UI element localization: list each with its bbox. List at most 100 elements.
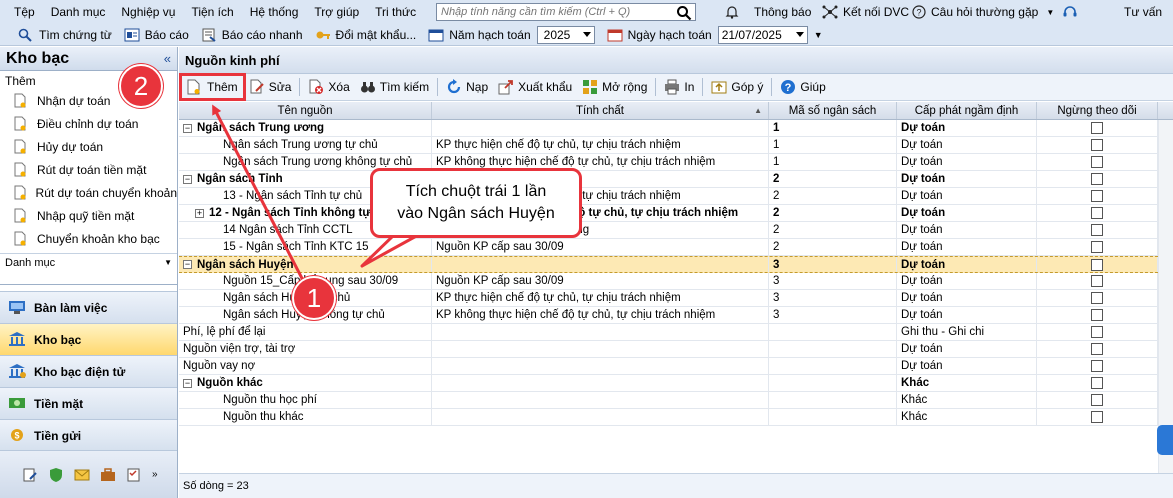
cell-inactive <box>1037 273 1158 289</box>
nav-cash[interactable]: Tiền mặt <box>0 387 177 419</box>
help-button[interactable]: ? Giúp <box>775 76 830 98</box>
vertical-scrollbar[interactable] <box>1158 120 1173 473</box>
collapse-icon[interactable]: − <box>183 260 192 269</box>
menu-catalog[interactable]: Danh mục <box>43 0 114 24</box>
cell-default-allocation: Dự toán <box>897 120 1037 136</box>
collapse-icon[interactable]: − <box>183 123 192 133</box>
sidebar-item-withdraw-cash[interactable]: Rút dự toán tiền mặt <box>0 158 177 181</box>
print-button[interactable]: In <box>659 76 699 98</box>
quick-report-button[interactable]: Báo cáo nhanh <box>195 25 309 45</box>
table-row[interactable]: Nguồn viện trợ, tài trợ Dự toán <box>179 341 1173 358</box>
posting-date-picker[interactable]: 21/07/2025 <box>717 25 808 44</box>
sidebar-item-cancel-estimate[interactable]: Hủy dự toán <box>0 135 177 158</box>
briefcase-icon[interactable] <box>100 467 116 483</box>
sidebar-section-catalog[interactable]: Danh mục ▼ <box>0 253 177 271</box>
edit-button[interactable]: Sửa <box>244 76 297 98</box>
connect-dvc-button[interactable]: Kết nối DVC <box>822 0 909 24</box>
inactive-checkbox[interactable] <box>1091 258 1103 271</box>
table-row[interactable]: − Ngân sách Trung ương 1 Dự toán <box>179 120 1173 137</box>
fiscal-year-select[interactable]: 2025 <box>536 25 595 44</box>
advisory-button[interactable]: Tư vấn <box>1124 0 1162 24</box>
inactive-checkbox[interactable] <box>1091 309 1103 321</box>
shield-icon[interactable] <box>48 467 64 483</box>
toolbar-separator <box>771 78 773 96</box>
table-row[interactable]: Ngân sách Trung ương không tự chủ KP khôn… <box>179 154 1173 171</box>
column-header-default-allocation[interactable]: Cấp phát ngầm định <box>897 102 1037 119</box>
add-button[interactable]: Thêm <box>179 73 246 101</box>
sidebar-item-treasury-transfer[interactable]: Chuyển khoản kho bạc <box>0 227 177 250</box>
menu-knowledge[interactable]: Tri thức <box>367 0 424 24</box>
collapse-icon[interactable]: − <box>183 378 192 388</box>
nav-desk[interactable]: Bàn làm việc <box>0 291 177 323</box>
inactive-checkbox[interactable] <box>1091 394 1103 406</box>
table-row[interactable]: − Nguồn khác Khác <box>179 375 1173 392</box>
report-button[interactable]: Báo cáo <box>118 25 195 45</box>
table-row[interactable]: Phí, lệ phí để lại Ghi thu - Ghi chi <box>179 324 1173 341</box>
expand-button[interactable]: Mở rộng <box>577 76 652 98</box>
inactive-checkbox[interactable] <box>1091 343 1103 355</box>
checklist-icon[interactable] <box>126 467 142 483</box>
inactive-checkbox[interactable] <box>1091 190 1103 202</box>
feature-search-input[interactable] <box>437 6 669 18</box>
menu-utilities[interactable]: Tiện ích <box>183 0 241 24</box>
sidebar-item-withdraw-transfer[interactable]: Rút dự toán chuyển khoản <box>0 181 177 204</box>
side-panel-toggle[interactable] <box>1157 425 1173 455</box>
mail-icon[interactable] <box>74 467 90 483</box>
inactive-checkbox[interactable] <box>1091 122 1103 134</box>
edit-doc-icon[interactable] <box>22 467 38 483</box>
inactive-checkbox[interactable] <box>1091 224 1103 236</box>
table-row[interactable]: 15 - Ngân sách Tỉnh KTC 15 Nguồn KP cấp s… <box>179 239 1173 256</box>
change-password-button[interactable]: Đổi mật khẩu... <box>309 25 423 45</box>
table-row[interactable]: Nguồn thu học phí Khác <box>179 392 1173 409</box>
table-row[interactable]: +12 - Ngân sách Tỉnh không tự chủ KP khôn… <box>179 205 1173 222</box>
inactive-checkbox[interactable] <box>1091 207 1103 219</box>
search-icon[interactable] <box>676 5 692 21</box>
nav-treasury[interactable]: Kho bạc <box>0 323 177 355</box>
toolbar-overflow-icon[interactable]: ▼ <box>814 30 823 40</box>
table-row[interactable]: Nguồn thu khác Khác <box>179 409 1173 426</box>
menu-file[interactable]: Tệp <box>0 0 43 24</box>
column-header-inactive[interactable]: Ngừng theo dõi <box>1037 102 1158 119</box>
delete-button[interactable]: Xóa <box>303 76 354 98</box>
notifications-label: Thông báo <box>754 5 812 19</box>
table-row[interactable]: 14 Ngân sách Tỉnh CCTLNguồn KP cải cách … <box>179 222 1173 239</box>
menu-operations[interactable]: Nghiệp vụ <box>113 0 183 24</box>
inactive-checkbox[interactable] <box>1091 292 1103 304</box>
inactive-checkbox[interactable] <box>1091 156 1103 168</box>
nav-label: Kho bạc <box>34 332 82 347</box>
inactive-checkbox[interactable] <box>1091 360 1103 372</box>
inactive-checkbox[interactable] <box>1091 241 1103 253</box>
sidebar-item-adjust-estimate[interactable]: Điều chỉnh dự toán <box>0 112 177 135</box>
sidebar-item-cash-deposit[interactable]: Nhập quỹ tiền mặt <box>0 204 177 227</box>
export-button[interactable]: Xuất khẩu <box>493 76 577 98</box>
inactive-checkbox[interactable] <box>1091 377 1103 389</box>
faq-button[interactable]: ? Câu hỏi thường gặp ▼ <box>912 0 1078 24</box>
table-row[interactable]: Nguồn vay nợ Dự toán <box>179 358 1173 375</box>
inactive-checkbox[interactable] <box>1091 173 1103 185</box>
column-header-name[interactable]: Tên nguồn <box>179 102 432 119</box>
column-header-budget-code[interactable]: Mã số ngân sách <box>769 102 897 119</box>
feedback-button[interactable]: Góp ý <box>706 76 768 98</box>
nav-deposits[interactable]: $ Tiền gửi <box>0 419 177 451</box>
search-button[interactable]: Tìm kiếm <box>355 76 434 98</box>
notifications-button[interactable]: Thông báo <box>725 0 811 24</box>
sidebar: Kho bạc « Thêm Nhận dự toán Điều chỉnh d… <box>0 47 178 498</box>
inactive-checkbox[interactable] <box>1091 275 1103 287</box>
table-row[interactable]: − Ngân sách Tỉnh 2 Dự toán <box>179 171 1173 188</box>
inactive-checkbox[interactable] <box>1091 139 1103 151</box>
table-row-selected[interactable]: − Ngân sách Huyện 3 Dự toán <box>179 256 1173 273</box>
reload-button[interactable]: Nạp <box>441 76 493 98</box>
more-chevron-icon[interactable]: » <box>152 469 158 480</box>
column-header-property[interactable]: Tính chất ▲ <box>432 102 769 119</box>
menu-system[interactable]: Hệ thống <box>242 0 307 24</box>
nav-e-treasury[interactable]: Kho bạc điện tử <box>0 355 177 387</box>
menu-help[interactable]: Trợ giúp <box>306 0 367 24</box>
inactive-checkbox[interactable] <box>1091 411 1103 423</box>
table-row[interactable]: 13 - Ngân sách Tỉnh tự chủKP thực hiện c… <box>179 188 1173 205</box>
inactive-checkbox[interactable] <box>1091 326 1103 338</box>
table-row[interactable]: Ngân sách Trung ương tự chủ KP thực hiện … <box>179 137 1173 154</box>
collapse-sidebar-icon[interactable]: « <box>164 51 171 66</box>
find-voucher-button[interactable]: Tìm chứng từ <box>12 25 118 45</box>
expand-icon[interactable]: + <box>195 208 204 218</box>
collapse-icon[interactable]: − <box>183 174 192 184</box>
